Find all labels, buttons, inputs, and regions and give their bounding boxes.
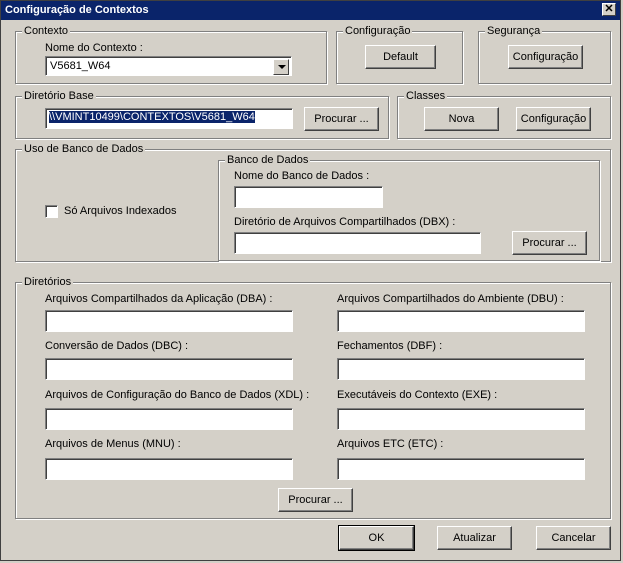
nome-contexto-value: V5681_W64: [50, 60, 111, 72]
diretorio-base-group: Diretório Base \\VMINT10499\CONTEXTOS\V5…: [15, 89, 389, 139]
nome-contexto-select[interactable]: V5681_W64: [45, 56, 292, 76]
so-indexados-checkbox[interactable]: [45, 205, 58, 218]
dbu-label: Arquivos Compartilhados do Ambiente (DBU…: [337, 293, 564, 305]
diretorios-procurar-button[interactable]: Procurar ...: [278, 488, 353, 512]
nome-banco-input[interactable]: [234, 186, 383, 208]
seguranca-configuracao-button[interactable]: Configuração: [508, 45, 583, 69]
mnu-label: Arquivos de Menus (MNU) :: [45, 438, 181, 450]
diretorios-legend: Diretórios: [22, 275, 74, 289]
diretorio-base-value: \\VMINT10499\CONTEXTOS\V5681_W64: [49, 111, 255, 123]
etc-input[interactable]: [337, 458, 585, 480]
ok-button[interactable]: OK: [338, 525, 415, 551]
nome-contexto-label: Nome do Contexto :: [45, 42, 143, 54]
dbx-procurar-button[interactable]: Procurar ...: [512, 231, 587, 255]
dbf-input[interactable]: [337, 358, 585, 380]
dba-input[interactable]: [45, 310, 293, 332]
classes-group: Classes Nova Configuração: [397, 89, 611, 139]
diretorio-base-input[interactable]: \\VMINT10499\CONTEXTOS\V5681_W64: [45, 108, 293, 129]
uso-banco-legend: Uso de Banco de Dados: [22, 142, 146, 156]
window-title: Configuração de Contextos: [5, 4, 149, 16]
classes-legend: Classes: [404, 89, 448, 103]
contexto-legend: Contexto: [22, 24, 71, 38]
dba-label: Arquivos Compartilhados da Aplicação (DB…: [45, 293, 273, 305]
dbc-label: Conversão de Dados (DBC) :: [45, 340, 189, 352]
dialog-window: Configuração de Contextos ✕ Contexto Nom…: [0, 0, 621, 561]
seguranca-legend: Segurança: [485, 24, 543, 38]
dbx-label: Diretório de Arquivos Compartilhados (DB…: [234, 216, 456, 228]
close-icon[interactable]: ✕: [602, 3, 616, 16]
xdl-label: Arquivos de Configuração do Banco de Dad…: [45, 389, 310, 401]
exe-input[interactable]: [337, 408, 585, 430]
title-bar: Configuração de Contextos ✕: [1, 1, 620, 20]
mnu-input[interactable]: [45, 458, 293, 480]
dbx-input[interactable]: [234, 232, 481, 254]
configuracao-legend: Configuração: [343, 24, 413, 38]
etc-label: Arquivos ETC (ETC) :: [337, 438, 444, 450]
diretorio-base-procurar-button[interactable]: Procurar ...: [304, 107, 379, 131]
default-button[interactable]: Default: [365, 45, 436, 69]
diretorio-base-legend: Diretório Base: [22, 89, 96, 103]
so-indexados-label: Só Arquivos Indexados: [64, 205, 177, 217]
classes-nova-button[interactable]: Nova: [424, 107, 499, 131]
xdl-input[interactable]: [45, 408, 293, 430]
uso-banco-group: Uso de Banco de Dados Só Arquivos Indexa…: [15, 142, 611, 262]
contexto-group: Contexto Nome do Contexto : V5681_W64: [15, 24, 327, 84]
banco-dados-legend: Banco de Dados: [225, 153, 311, 167]
exe-label: Executáveis do Contexto (EXE) :: [337, 389, 498, 401]
dbf-label: Fechamentos (DBF) :: [337, 340, 443, 352]
classes-configuracao-button[interactable]: Configuração: [516, 107, 591, 131]
configuracao-group: Configuração Default: [336, 24, 463, 84]
nome-banco-label: Nome do Banco de Dados :: [234, 170, 370, 182]
atualizar-button[interactable]: Atualizar: [437, 526, 512, 550]
dbc-input[interactable]: [45, 358, 293, 380]
chevron-down-icon[interactable]: [273, 59, 289, 75]
cancelar-button[interactable]: Cancelar: [536, 526, 611, 550]
banco-dados-group: Banco de Dados Nome do Banco de Dados : …: [218, 153, 600, 261]
dbu-input[interactable]: [337, 310, 585, 332]
seguranca-group: Segurança Configuração: [478, 24, 611, 84]
diretorios-group: Diretórios Arquivos Compartilhados da Ap…: [15, 275, 611, 519]
